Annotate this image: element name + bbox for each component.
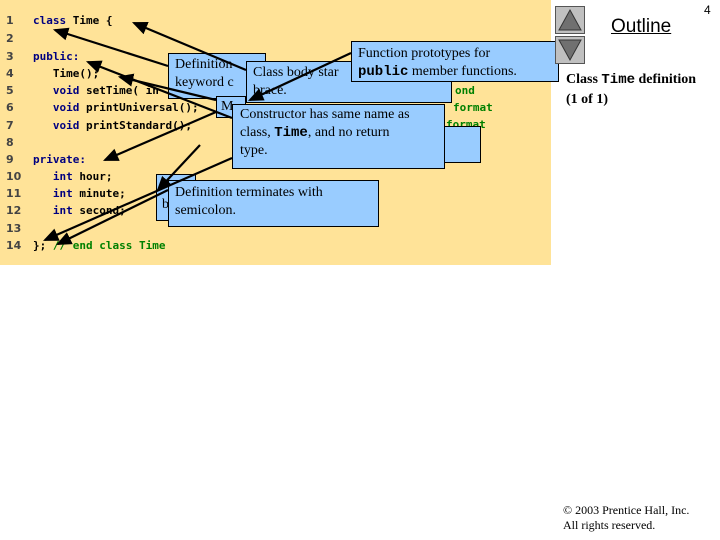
line-number: 9 bbox=[6, 153, 14, 166]
code-keyword: class bbox=[33, 14, 67, 27]
triangle-down-icon bbox=[558, 39, 582, 62]
line-number: 4 bbox=[6, 67, 14, 80]
callout-text: Definition terminates with bbox=[175, 185, 323, 200]
callout-text: type. bbox=[240, 143, 268, 158]
code-text: second; bbox=[72, 204, 126, 217]
code-comment-fragment: format bbox=[453, 101, 493, 114]
copyright: © 2003 Prentice Hall, Inc. All rights re… bbox=[563, 503, 689, 533]
code-line: }; // end class Time bbox=[33, 239, 165, 252]
code-line: class Time { bbox=[33, 14, 112, 27]
outline-up-button[interactable] bbox=[555, 6, 585, 34]
code-line: int minute; bbox=[33, 187, 126, 200]
callout-constructor: Constructor has same name as class, Time… bbox=[232, 104, 445, 169]
code-keyword: int bbox=[33, 204, 73, 217]
triangle-up-icon bbox=[558, 8, 582, 31]
line-number: 8 bbox=[6, 136, 14, 149]
code-text: printStandard(); bbox=[79, 119, 192, 132]
code-keyword: void bbox=[33, 119, 80, 132]
code-text: Time(); bbox=[33, 67, 100, 80]
code-text: hour; bbox=[72, 170, 113, 183]
code-line: Time(); bbox=[33, 67, 99, 80]
callout-definition-terminates: Definition terminates with semicolon. bbox=[168, 180, 379, 227]
code-text: Time { bbox=[66, 14, 113, 27]
copyright-line: All rights reserved. bbox=[563, 518, 656, 532]
callout-function-prototypes: Function prototypes for public member fu… bbox=[351, 41, 559, 82]
line-number: 6 bbox=[6, 101, 14, 114]
page-number: 4 bbox=[704, 3, 711, 17]
code-keyword: private: bbox=[33, 153, 86, 166]
code-keyword: int bbox=[33, 187, 73, 200]
slide-description-line: (1 of 1) bbox=[566, 92, 608, 107]
line-number: 3 bbox=[6, 50, 14, 63]
callout-text: Function prototypes for bbox=[358, 46, 491, 61]
code-text: printUniversal(); bbox=[79, 101, 199, 114]
line-number: 13 bbox=[6, 222, 22, 235]
callout-text: class, Time, and no return bbox=[240, 125, 390, 141]
line-number: 11 bbox=[6, 187, 22, 200]
line-number: 1 bbox=[6, 14, 14, 27]
code-text: minute; bbox=[72, 187, 126, 200]
code-line: int second; bbox=[33, 204, 126, 217]
copyright-line: © 2003 Prentice Hall, Inc. bbox=[563, 503, 690, 517]
code-line: int hour; bbox=[33, 170, 113, 183]
outline-down-button[interactable] bbox=[555, 36, 585, 64]
line-number: 12 bbox=[6, 204, 22, 217]
code-line: private: bbox=[33, 153, 86, 166]
code-comment-fragment: ond bbox=[455, 84, 475, 97]
line-number: 2 bbox=[6, 32, 14, 45]
code-text: setTime( in bbox=[79, 84, 159, 97]
code-line: void setTime( in bbox=[33, 84, 159, 97]
slide-description: Class Time definition (1 of 1) bbox=[566, 70, 696, 109]
line-number: 14 bbox=[6, 239, 22, 252]
callout-text: public member functions. bbox=[358, 64, 517, 80]
line-number: 7 bbox=[6, 119, 14, 132]
code-text: }; bbox=[33, 239, 47, 252]
callout-text: brace. bbox=[253, 83, 287, 98]
code-comment: // end class Time bbox=[46, 239, 166, 252]
code-keyword: void bbox=[33, 84, 80, 97]
code-keyword: public: bbox=[33, 50, 80, 63]
line-number: 5 bbox=[6, 84, 14, 97]
slide-description-line: Class Time definition bbox=[566, 72, 697, 88]
code-keyword: int bbox=[33, 170, 73, 183]
code-line: void printUniversal(); bbox=[33, 101, 199, 114]
code-keyword: void bbox=[33, 101, 80, 114]
line-number: 10 bbox=[6, 170, 22, 183]
callout-text: Constructor has same name as bbox=[240, 107, 410, 122]
code-line: void printStandard(); bbox=[33, 119, 192, 132]
code-line: public: bbox=[33, 50, 79, 63]
callout-text: semicolon. bbox=[175, 203, 237, 218]
outline-link[interactable]: Outline bbox=[611, 16, 671, 38]
